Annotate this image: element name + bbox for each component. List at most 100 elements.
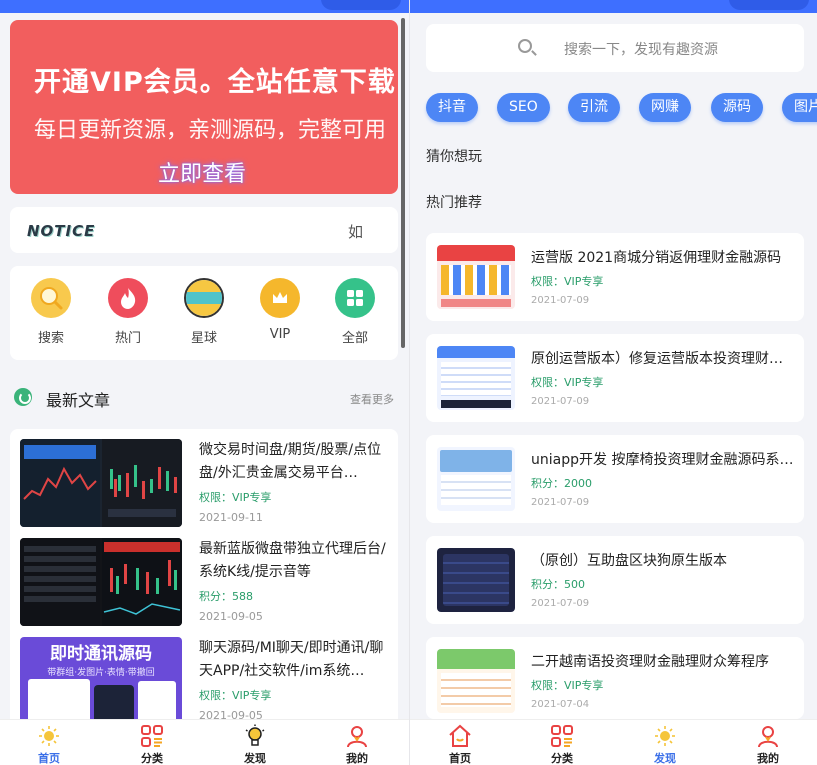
article-title: 微交易时间盘/期货/股票/点位盘/外汇贵金属交易平台… xyxy=(199,442,382,481)
left-screen: 开通VIP会员。全站任意下载 每日更新资源，亲测源码，完整可用 立即查看 NOT… xyxy=(0,0,409,765)
item-permission: 权限：VIP专享 xyxy=(531,275,604,288)
item-thumbnail xyxy=(437,346,515,410)
banner-headline: 开通VIP会员。全站任意下载 xyxy=(34,67,396,98)
tab-mine[interactable]: 我的 xyxy=(327,724,387,765)
user-icon xyxy=(738,724,798,748)
guess-heading: 猜你想玩 xyxy=(426,149,482,165)
article-list: 微交易时间盘/期货/股票/点位盘/外汇贵金属交易平台… 权限：VIP专享 202… xyxy=(10,429,398,729)
tab-discover[interactable]: 发现 xyxy=(225,724,285,765)
hot-item[interactable]: 原创运营版本）修复运营版本投资理财金… 权限：VIP专享 2021-07-09 xyxy=(426,334,804,422)
nav-label: 全部 xyxy=(341,331,368,346)
article-date: 2021-09-05 xyxy=(199,610,263,623)
bulb-icon xyxy=(225,724,285,748)
article-permission: 权限：VIP专享 xyxy=(199,689,272,702)
article-thumbnail xyxy=(20,439,182,527)
article-thumbnail: 即时通讯源码 带群组·发图片·表情·带撤回 xyxy=(20,637,182,725)
item-title: （原创）互助盘区块狗原生版本 xyxy=(531,553,727,569)
notice-text: 如 xyxy=(348,223,364,241)
tag-chip[interactable]: 源码 xyxy=(711,93,763,122)
tag-chip[interactable]: 抖音 xyxy=(426,93,478,122)
item-permission: 权限：VIP专享 xyxy=(531,376,604,389)
right-screen: 搜索一下，发现有趣资源 抖音 SEO 引流 网赚 源码 图片 猜你想玩 热门推荐… xyxy=(409,0,817,765)
sun-icon xyxy=(19,724,79,748)
nav-label: 星球 xyxy=(190,331,217,346)
tab-label: 分类 xyxy=(551,752,573,765)
search-box[interactable]: 搜索一下，发现有趣资源 xyxy=(426,24,804,72)
tab-label: 我的 xyxy=(757,752,779,765)
article-permission: 权限：VIP专享 xyxy=(199,491,272,504)
category-icon xyxy=(122,724,182,748)
item-date: 2021-07-09 xyxy=(531,295,590,306)
hot-item[interactable]: （原创）互助盘区块狗原生版本 积分：500 2021-07-09 xyxy=(426,536,804,624)
article-thumbnail xyxy=(20,538,182,626)
article-item[interactable]: 最新蓝版微盘带独立代理后台/系统K线/提示音等 积分：588 2021-09-0… xyxy=(10,528,398,626)
tab-category[interactable]: 分类 xyxy=(122,724,182,765)
hot-item[interactable]: 二开越南语投资理财金融理财众筹程序 权限：VIP专享 2021-07-04 xyxy=(426,637,804,719)
article-date: 2021-09-11 xyxy=(199,511,263,524)
tab-label: 首页 xyxy=(449,752,471,765)
nav-search[interactable]: 搜索 xyxy=(16,278,86,346)
tag-strip: 抖音 SEO 引流 网赚 源码 图片 xyxy=(426,93,817,123)
tag-chip[interactable]: 网赚 xyxy=(639,93,691,122)
tab-discover[interactable]: 发现 xyxy=(635,724,695,765)
user-icon xyxy=(327,724,387,748)
item-date: 2021-07-09 xyxy=(531,396,590,407)
item-title: 运营版 2021商城分销返佣理财金融源码 xyxy=(531,250,782,266)
article-item[interactable]: 即时通讯源码 带群组·发图片·表情·带撤回 聊天源码/MI聊天/即时通讯/聊天A… xyxy=(10,627,398,725)
bottom-tab-bar: 首页 分类 发现 我的 xyxy=(0,719,409,765)
tag-chip[interactable]: SEO xyxy=(497,93,550,122)
vip-banner[interactable]: 开通VIP会员。全站任意下载 每日更新资源，亲测源码，完整可用 立即查看 xyxy=(10,20,398,194)
item-title: uniapp开发 按摩椅投资理财金融源码系… xyxy=(531,452,794,468)
item-points: 积分：2000 xyxy=(531,477,592,490)
category-icon xyxy=(532,724,592,748)
nav-all[interactable]: 全部 xyxy=(320,278,390,346)
nav-label: VIP xyxy=(269,327,291,342)
search-placeholder: 搜索一下，发现有趣资源 xyxy=(564,42,718,58)
item-thumbnail xyxy=(437,548,515,612)
item-permission: 权限：VIP专享 xyxy=(531,679,604,692)
bottom-tab-bar: 首页 分类 发现 我的 xyxy=(410,719,817,765)
tab-home[interactable]: 首页 xyxy=(430,724,490,765)
quick-nav-grid: 搜索 热门 星球 VIP 全部 xyxy=(10,266,398,360)
tag-chip[interactable]: 图片 xyxy=(782,93,817,122)
notice-logo: NOTICE xyxy=(27,222,96,240)
view-more-link[interactable]: 查看更多 xyxy=(350,391,394,407)
item-title: 二开越南语投资理财金融理财众筹程序 xyxy=(531,654,769,670)
section-title: 最新文章 xyxy=(46,391,111,410)
sun-icon xyxy=(635,724,695,748)
item-thumbnail xyxy=(437,649,515,713)
tab-label: 发现 xyxy=(654,752,676,765)
tab-label: 首页 xyxy=(38,752,60,765)
thumb-subtitle: 带群组·发图片·表情·带撤回 xyxy=(47,668,155,678)
banner-subline: 每日更新资源，亲测源码，完整可用 xyxy=(34,118,387,143)
fire-icon xyxy=(108,278,148,318)
tab-category[interactable]: 分类 xyxy=(532,724,592,765)
item-thumbnail xyxy=(437,245,515,309)
banner-cta[interactable]: 立即查看 xyxy=(158,156,246,188)
hot-item[interactable]: 运营版 2021商城分销返佣理财金融源码 权限：VIP专享 2021-07-09 xyxy=(426,233,804,321)
tab-label: 我的 xyxy=(346,752,368,765)
item-title: 原创运营版本）修复运营版本投资理财金… xyxy=(531,351,795,367)
hot-item[interactable]: uniapp开发 按摩椅投资理财金融源码系… 积分：2000 2021-07-0… xyxy=(426,435,804,523)
article-item[interactable]: 微交易时间盘/期货/股票/点位盘/外汇贵金属交易平台… 权限：VIP专享 202… xyxy=(10,429,398,527)
nav-planet[interactable]: 星球 xyxy=(169,278,239,346)
tab-label: 分类 xyxy=(141,752,163,765)
nav-label: 热门 xyxy=(114,331,141,346)
leaf-icon xyxy=(14,388,32,406)
nav-vip[interactable]: VIP xyxy=(245,278,315,342)
search-icon xyxy=(518,39,532,53)
nav-hot[interactable]: 热门 xyxy=(93,278,163,346)
nav-label: 搜索 xyxy=(37,331,64,346)
grid-icon xyxy=(335,278,375,318)
status-bar xyxy=(0,0,409,13)
tab-home[interactable]: 首页 xyxy=(19,724,79,765)
notice-bar[interactable]: NOTICE 如 xyxy=(10,207,398,253)
home-icon xyxy=(430,724,490,748)
status-bar xyxy=(410,0,817,13)
tag-chip[interactable]: 引流 xyxy=(568,93,620,122)
tab-mine[interactable]: 我的 xyxy=(738,724,798,765)
item-points: 积分：500 xyxy=(531,578,585,591)
item-date: 2021-07-04 xyxy=(531,699,590,710)
article-title: 最新蓝版微盘带独立代理后台/系统K线/提示音等 xyxy=(199,541,386,580)
scrollbar[interactable] xyxy=(401,18,405,348)
